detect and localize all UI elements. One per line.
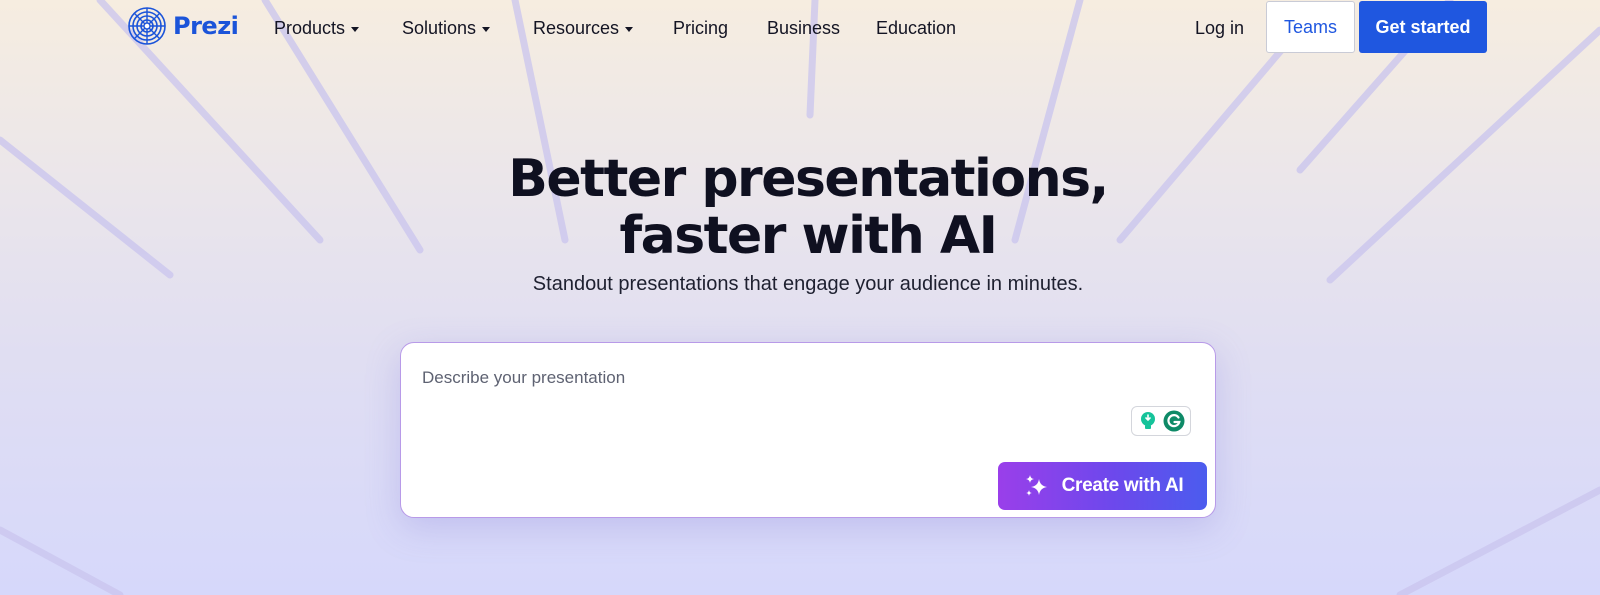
prezi-logo-icon <box>128 7 166 45</box>
get-started-button[interactable]: Get started <box>1359 1 1487 53</box>
create-with-ai-button[interactable]: Create with AI <box>998 462 1207 510</box>
nav-products-label: Products <box>274 17 346 38</box>
sparkle-icon <box>1025 475 1047 496</box>
nav-business-label: Business <box>767 17 841 38</box>
caret-down-icon <box>625 26 634 32</box>
hero-title-line-1: Better presentations, <box>508 149 1109 209</box>
caret-down-icon <box>482 26 491 32</box>
lightbulb-icon[interactable] <box>1137 410 1159 432</box>
logo-text: Prezi <box>173 12 239 40</box>
teams-button[interactable]: Teams <box>1266 1 1355 53</box>
prompt-card: Create with AI <box>400 342 1216 518</box>
nav-education[interactable]: Education <box>876 15 956 41</box>
hero-subtitle: Standout presentations that engage your … <box>532 273 1084 295</box>
nav-resources-label: Resources <box>533 17 620 38</box>
caret-down-icon <box>351 26 360 32</box>
nav-business[interactable]: Business <box>767 15 840 41</box>
nav-pricing[interactable]: Pricing <box>673 15 728 41</box>
top-nav: Prezi Products Solutions Resources Prici… <box>0 0 1600 56</box>
grammarly-icon[interactable] <box>1163 410 1185 432</box>
nav-solutions[interactable]: Solutions <box>402 15 491 41</box>
nav-resources[interactable]: Resources <box>533 15 634 41</box>
nav-products[interactable]: Products <box>274 15 360 41</box>
nav-pricing-label: Pricing <box>673 17 729 38</box>
prezi-logo[interactable]: Prezi <box>127 6 239 46</box>
hero-title-line-2: faster with AI <box>619 206 998 266</box>
hero-title: Better presentations, faster with AI <box>0 151 1600 265</box>
login-link[interactable]: Log in <box>1195 15 1244 41</box>
extension-icons <box>1131 406 1191 436</box>
nav-solutions-label: Solutions <box>402 17 477 38</box>
nav-education-label: Education <box>876 17 957 38</box>
presentation-prompt-input[interactable] <box>422 363 1122 393</box>
create-with-ai-label: Create with AI <box>1061 475 1184 496</box>
